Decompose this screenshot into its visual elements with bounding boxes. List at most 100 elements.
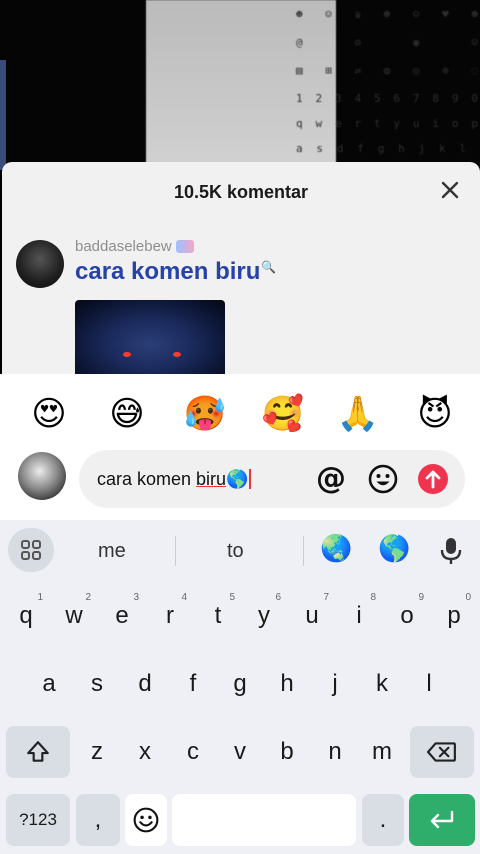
- key-p[interactable]: p0: [431, 590, 477, 642]
- commenter-username-text: baddaselebew: [75, 238, 172, 255]
- key-hint: 9: [418, 592, 424, 603]
- key-hint: 1: [37, 592, 43, 603]
- comment-image[interactable]: [75, 300, 225, 374]
- key-label: u: [305, 602, 319, 629]
- comment-input[interactable]: cara komen biru🌎 @: [79, 450, 465, 508]
- key-o[interactable]: o9: [384, 590, 430, 642]
- key-hint: 4: [181, 592, 187, 603]
- key-g[interactable]: g: [217, 658, 263, 710]
- bg-row-1: @ ⊙ ◉ ☺: [296, 36, 478, 49]
- key-hint: 2: [85, 592, 91, 603]
- key-v[interactable]: v: [217, 726, 263, 778]
- suggestion-divider: [303, 536, 304, 566]
- backspace-key[interactable]: [410, 726, 474, 778]
- suggestion-to[interactable]: to: [227, 540, 244, 563]
- key-label: q: [19, 602, 33, 629]
- key-l[interactable]: l: [406, 658, 452, 710]
- shift-key[interactable]: [6, 726, 70, 778]
- backspace-icon: [427, 742, 456, 762]
- comment-text: cara komen biru🔍: [75, 258, 276, 286]
- theater-masks-icon: [175, 240, 194, 253]
- emoji-key[interactable]: [125, 794, 167, 846]
- key-j[interactable]: j: [312, 658, 358, 710]
- suggestion-strip: me to 🌏 🌎: [0, 520, 480, 582]
- emoji-smiling-hearts[interactable]: 🥰: [261, 392, 305, 436]
- period-key[interactable]: .: [362, 794, 404, 846]
- enter-key[interactable]: [409, 794, 475, 846]
- shift-icon: [27, 741, 49, 762]
- key-hint: 6: [275, 592, 281, 603]
- bg-row-5: asdfghjkl: [296, 142, 466, 155]
- key-h[interactable]: h: [264, 658, 310, 710]
- key-z[interactable]: z: [74, 726, 120, 778]
- suggestion-emoji-asia[interactable]: 🌏: [320, 534, 352, 564]
- close-button[interactable]: [436, 176, 464, 204]
- grid-icon: [21, 540, 41, 560]
- emoji-heart-eyes[interactable]: 😍: [27, 392, 71, 436]
- commenter-username[interactable]: baddaselebew: [75, 238, 194, 255]
- key-a[interactable]: a: [26, 658, 72, 710]
- bg-row-2: ▤ ⊞ ⇌ ◍ ◎ ⊕ ◌: [296, 64, 478, 77]
- key-r[interactable]: r4: [147, 590, 193, 642]
- key-i[interactable]: i8: [336, 590, 382, 642]
- key-n[interactable]: n: [312, 726, 358, 778]
- key-label: y: [258, 602, 270, 629]
- key-c[interactable]: c: [170, 726, 216, 778]
- key-hint: 3: [133, 592, 139, 603]
- text-caret: [249, 469, 252, 489]
- image-eye-left: [123, 352, 131, 357]
- user-avatar[interactable]: [18, 452, 66, 500]
- key-m[interactable]: m: [359, 726, 405, 778]
- key-k[interactable]: k: [359, 658, 405, 710]
- keyboard: me to 🌏 🌎 q1 w2 e3 r4 t5 y6 u7 i8 o9 p0 …: [0, 520, 480, 854]
- key-label: w: [65, 602, 83, 629]
- background-edge: [0, 60, 6, 170]
- comments-title: 10.5K komentar: [173, 182, 309, 202]
- commenter-avatar[interactable]: [16, 240, 64, 288]
- arrow-up-icon: [418, 464, 448, 494]
- emoji-folded-hands[interactable]: 🙏: [336, 392, 380, 436]
- comment-input-text[interactable]: cara komen biru🌎: [97, 469, 252, 490]
- suggestion-me[interactable]: me: [98, 540, 126, 563]
- key-label: p: [447, 602, 461, 629]
- enter-icon: [430, 810, 454, 829]
- key-hint: 7: [323, 592, 329, 603]
- image-eye-right: [173, 352, 181, 357]
- key-hint: 0: [465, 592, 471, 603]
- smiley-icon: [368, 464, 398, 494]
- key-d[interactable]: d: [122, 658, 168, 710]
- key-label: o: [400, 602, 414, 629]
- send-button[interactable]: [417, 463, 449, 495]
- keyboard-menu-button[interactable]: [8, 528, 54, 572]
- key-t[interactable]: t5: [195, 590, 241, 642]
- smiley-icon: [133, 807, 159, 833]
- comment-input-row: cara komen biru🌎 @: [0, 440, 480, 520]
- key-label: e: [115, 602, 129, 629]
- microphone-icon[interactable]: [438, 536, 464, 566]
- key-y[interactable]: y6: [241, 590, 287, 642]
- key-label: i: [356, 602, 362, 629]
- key-q[interactable]: q1: [3, 590, 49, 642]
- key-f[interactable]: f: [170, 658, 216, 710]
- bg-row-0: ☻ ☺ ♛ ☻ ☺ ♥ ☻: [296, 8, 478, 21]
- globe-emoji: 🌎: [226, 469, 249, 489]
- key-s[interactable]: s: [74, 658, 120, 710]
- key-b[interactable]: b: [264, 726, 310, 778]
- suggestion-emoji-americas[interactable]: 🌎: [378, 534, 410, 564]
- space-key[interactable]: [172, 794, 356, 846]
- bg-row-3: 1234567890: [296, 92, 478, 105]
- emoji-hot-face[interactable]: 🥵: [183, 392, 227, 436]
- emoji-smiling-imp[interactable]: 😈: [413, 392, 457, 436]
- key-hint: 5: [229, 592, 235, 603]
- mention-button[interactable]: @: [315, 463, 347, 495]
- key-u[interactable]: u7: [289, 590, 335, 642]
- key-w[interactable]: w2: [51, 590, 97, 642]
- key-e[interactable]: e3: [99, 590, 145, 642]
- key-x[interactable]: x: [122, 726, 168, 778]
- background-video: ☻ ☺ ♛ ☻ ☺ ♥ ☻ @ ⊙ ◉ ☺ ▤ ⊞ ⇌ ◍ ◎ ⊕ ◌ 1234567890 qwertyui…: [0, 0, 480, 170]
- key-label: r: [166, 602, 174, 629]
- comma-key[interactable]: ,: [76, 794, 120, 846]
- numbers-key[interactable]: ?123: [6, 794, 70, 846]
- emoji-picker-button[interactable]: [367, 463, 399, 495]
- emoji-sweat-smile[interactable]: 😅: [105, 392, 149, 436]
